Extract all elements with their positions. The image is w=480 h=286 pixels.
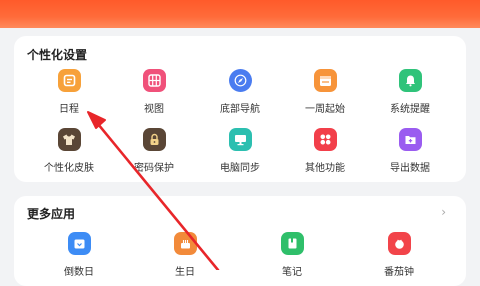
export-icon <box>398 128 422 151</box>
notebook-icon <box>280 232 304 255</box>
lock-icon <box>142 128 166 151</box>
compass-icon <box>228 69 252 92</box>
tile-label: 番茄钟 <box>384 267 414 278</box>
section-title: 更多应用 <box>27 207 76 221</box>
tile-label: 生日 <box>175 267 195 278</box>
tile-birthday[interactable]: 生日 <box>145 232 225 278</box>
tile-label: 密码保护 <box>134 163 174 174</box>
cake-icon <box>173 232 197 255</box>
tshirt-icon <box>57 128 81 151</box>
tile-label: 倒数日 <box>64 267 94 278</box>
grid-view-icon <box>142 69 166 92</box>
calendar-week-icon <box>313 69 337 92</box>
tile-other-features[interactable]: 其他功能 <box>285 128 365 174</box>
tile-label: 导出数据 <box>390 163 430 174</box>
monitor-icon <box>228 128 252 151</box>
bell-icon <box>398 69 422 92</box>
tile-pc-sync[interactable]: 电脑同步 <box>200 128 280 174</box>
tile-view[interactable]: 视图 <box>114 69 194 115</box>
tile-skin[interactable]: 个性化皮肤 <box>29 128 109 174</box>
section-title: 个性化设置 <box>27 48 88 62</box>
tile-label: 个性化皮肤 <box>44 163 94 174</box>
tile-label: 电脑同步 <box>220 163 260 174</box>
countdown-icon <box>67 232 91 255</box>
tile-label: 一周起始 <box>305 104 345 115</box>
tile-schedule[interactable]: 日程 <box>29 69 109 115</box>
schedule-icon <box>57 69 81 92</box>
tile-label: 视图 <box>144 104 164 115</box>
tile-countdown[interactable]: 倒数日 <box>39 232 119 278</box>
tile-bottom-nav[interactable]: 底部导航 <box>200 69 280 115</box>
personalization-settings-card: 个性化设置 日程 视图 底部导航 一周起始 系统提醒 个性化皮肤 密码保护 电脑… <box>14 36 466 182</box>
apps-icon <box>313 128 337 151</box>
tile-label: 笔记 <box>282 267 302 278</box>
tile-label: 底部导航 <box>220 104 260 115</box>
tile-label: 系统提醒 <box>390 104 430 115</box>
tile-label: 其他功能 <box>305 163 345 174</box>
tile-pomodoro[interactable]: 番茄钟 <box>359 232 439 278</box>
more-apps-card: 更多应用 › 倒数日 生日 笔记 番茄钟 <box>14 196 466 286</box>
tile-notes[interactable]: 笔记 <box>252 232 332 278</box>
chevron-right-icon[interactable]: › <box>441 205 446 219</box>
tile-export-data[interactable]: 导出数据 <box>370 128 450 174</box>
tile-week-start[interactable]: 一周起始 <box>285 69 365 115</box>
top-banner <box>0 0 480 28</box>
tile-system-reminder[interactable]: 系统提醒 <box>370 69 450 115</box>
tile-label: 日程 <box>59 104 79 115</box>
tomato-icon <box>387 232 411 255</box>
tile-password[interactable]: 密码保护 <box>114 128 194 174</box>
